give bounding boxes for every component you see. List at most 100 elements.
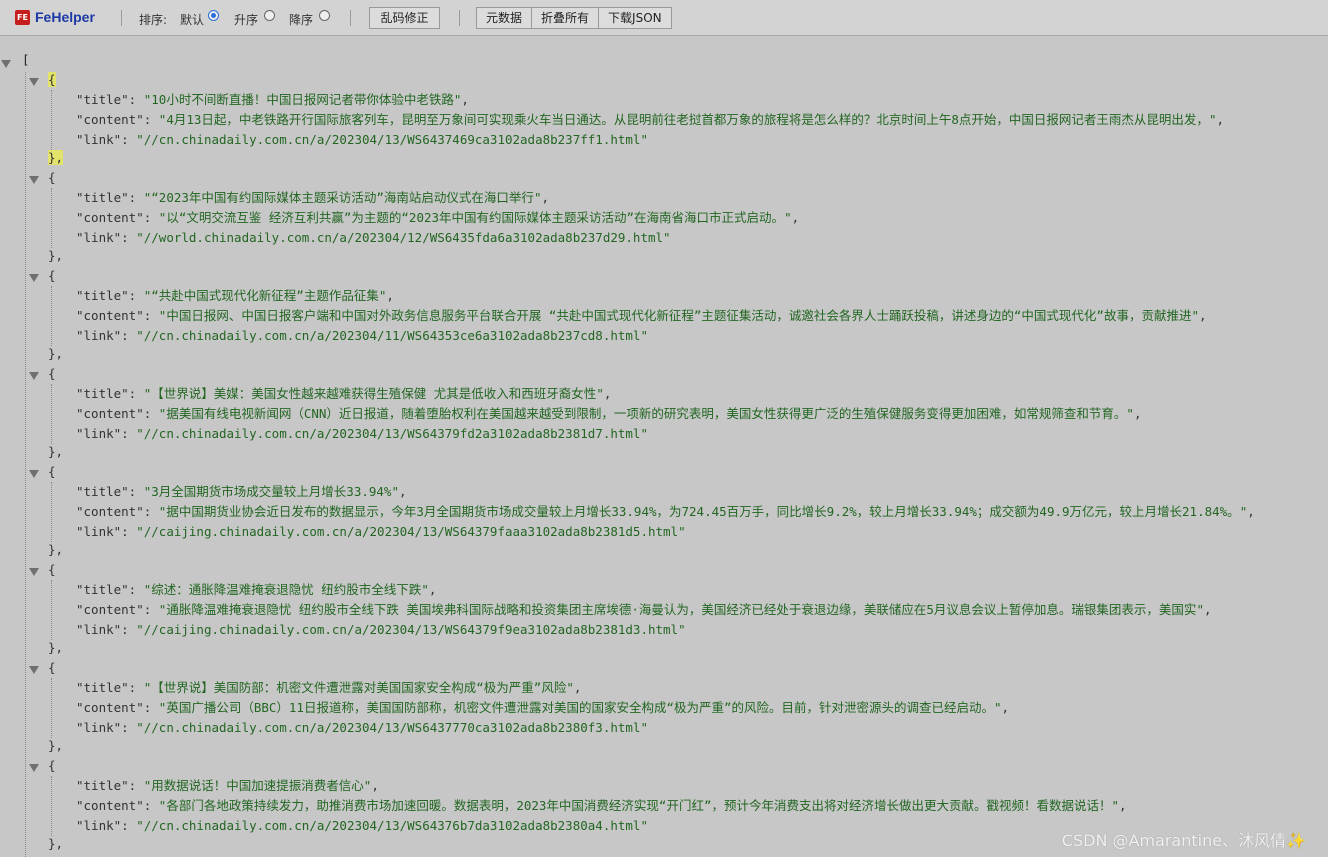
encoding-fix-button[interactable]: 乱码修正	[369, 7, 440, 29]
json-content-value: 4月13日起，中老铁路开行国际旅客列车，昆明至万象间可实现乘火车当日通达。从昆明…	[166, 112, 1209, 127]
json-content-row: "content": "英国广播公司（BBC）11日报道称，美国国防部称，机密文…	[76, 700, 1010, 715]
json-link-row: "link": "//caijing.chinadaily.com.cn/a/2…	[76, 524, 686, 539]
sort-label: 排序:	[139, 13, 168, 27]
json-link-row: "link": "//caijing.chinadaily.com.cn/a/2…	[76, 622, 686, 637]
json-title-row: "title": "用数据说话！中国加速提振消费者信心",	[76, 778, 379, 793]
object-guide-line	[51, 678, 52, 738]
json-content-row: "content": "各部门各地政策持续发力，助推消费市场加速回暖。数据表明，…	[76, 798, 1127, 813]
raw-data-button[interactable]: 元数据	[477, 8, 533, 28]
collapse-object-icon[interactable]	[29, 274, 39, 282]
object-guide-line	[51, 90, 52, 150]
object-guide-line	[51, 384, 52, 444]
json-title-value: 【世界说】美国防部：机密文件遭泄露对美国国家安全构成“极为严重”风险	[151, 680, 567, 695]
json-key: "link":	[76, 622, 129, 637]
toolbar-divider	[121, 10, 122, 26]
object-close-brace: },	[48, 444, 64, 459]
json-content-value: 据美国有线电视新闻网（CNN）近日报道，随着堕胎权利在美国越来越受到限制，一项新…	[166, 406, 1127, 421]
json-key: "link":	[76, 818, 129, 833]
download-json-button[interactable]: 下载JSON	[599, 8, 671, 28]
json-title-value: 10小时不间断直播！中国日报网记者带你体验中老铁路	[151, 92, 454, 107]
json-title-value: 综述：通胀降温难掩衰退隐忧 纽约股市全线下跌	[151, 582, 422, 597]
object-guide-line	[51, 776, 52, 836]
object-close-brace: },	[48, 836, 64, 851]
json-key: "title":	[76, 582, 137, 597]
object-guide-line	[51, 580, 52, 640]
json-key: "content":	[76, 308, 152, 323]
json-link-row: "link": "//world.chinadaily.com.cn/a/202…	[76, 230, 671, 245]
collapse-all-button[interactable]: 折叠所有	[532, 8, 600, 28]
collapse-object-icon[interactable]	[29, 372, 39, 380]
json-key: "title":	[76, 190, 137, 205]
object-close-brace: },	[48, 248, 64, 263]
fehelper-logo-icon: FE	[15, 10, 30, 25]
object-open-brace: {	[48, 268, 56, 283]
json-title-row: "title": "【世界说】美国防部：机密文件遭泄露对美国国家安全构成“极为严…	[76, 680, 582, 695]
json-link-row: "link": "//cn.chinadaily.com.cn/a/202304…	[76, 426, 648, 441]
collapse-object-icon[interactable]	[29, 470, 39, 478]
object-close-brace: },	[48, 640, 64, 655]
sort-desc-label: 降序	[289, 13, 314, 27]
collapse-object-icon[interactable]	[29, 666, 39, 674]
sort-default-radio[interactable]	[208, 10, 219, 21]
json-key: "title":	[76, 680, 137, 695]
json-title-value: “2023年中国有约国际媒体主题采访活动”海南站启动仪式在海口举行	[151, 190, 534, 205]
json-title-row: "title": "10小时不间断直播！中国日报网记者带你体验中老铁路",	[76, 92, 469, 107]
object-close-brace: },	[48, 346, 64, 361]
sort-default-label: 默认	[180, 13, 205, 27]
view-button-group: 元数据 折叠所有 下载JSON	[476, 7, 672, 29]
json-link-value: //cn.chinadaily.com.cn/a/202304/13/WS643…	[143, 426, 641, 441]
object-open-brace: {	[48, 562, 56, 577]
json-title-row: "title": "“共赴中国式现代化新征程”主题作品征集",	[76, 288, 394, 303]
json-link-value: //cn.chinadaily.com.cn/a/202304/13/WS643…	[143, 720, 641, 735]
json-key: "title":	[76, 778, 137, 793]
json-key: "link":	[76, 328, 129, 343]
collapse-object-icon[interactable]	[29, 764, 39, 772]
json-content-value: 各部门各地政策持续发力，助推消费市场加速回暖。数据表明，2023年中国消费经济实…	[166, 798, 1112, 813]
json-key: "title":	[76, 92, 137, 107]
array-guide-line	[25, 72, 26, 857]
sort-desc-radio[interactable]	[319, 10, 330, 21]
collapse-object-icon[interactable]	[29, 78, 39, 86]
json-key: "link":	[76, 426, 129, 441]
json-key: "content":	[76, 210, 152, 225]
sort-asc-radio[interactable]	[264, 10, 275, 21]
json-key: "content":	[76, 406, 152, 421]
json-content-row: "content": "据中国期货业协会近日发布的数据显示，今年3月全国期货市场…	[76, 504, 1255, 519]
object-open-brace: {	[48, 72, 56, 87]
json-title-value: 3月全国期货市场成交量较上月增长33.94%	[151, 484, 392, 499]
toolbar-divider	[350, 10, 351, 26]
json-key: "content":	[76, 602, 152, 617]
json-link-row: "link": "//cn.chinadaily.com.cn/a/202304…	[76, 132, 648, 147]
json-content-row: "content": "4月13日起，中老铁路开行国际旅客列车，昆明至万象间可实…	[76, 112, 1224, 127]
json-key: "link":	[76, 720, 129, 735]
collapse-array-icon[interactable]	[1, 60, 11, 68]
json-key: "title":	[76, 484, 137, 499]
object-open-brace: {	[48, 366, 56, 381]
fehelper-toolbar: FE FeHelper 排序: 默认 升序 降序 乱码修正 元数据 折叠所有 下…	[0, 0, 1328, 36]
object-open-brace: {	[48, 758, 56, 773]
json-key: "content":	[76, 112, 152, 127]
json-key: "title":	[76, 288, 137, 303]
json-title-row: "title": "综述：通胀降温难掩衰退隐忧 纽约股市全线下跌",	[76, 582, 437, 597]
json-title-row: "title": "3月全国期货市场成交量较上月增长33.94%",	[76, 484, 407, 499]
json-link-value: //cn.chinadaily.com.cn/a/202304/13/WS643…	[143, 132, 641, 147]
app-brand[interactable]: FeHelper	[35, 9, 95, 25]
json-content-row: "content": "据美国有线电视新闻网（CNN）近日报道，随着堕胎权利在美…	[76, 406, 1142, 421]
json-title-value: 用数据说话！中国加速提振消费者信心	[151, 778, 364, 793]
object-open-brace: {	[48, 170, 56, 185]
toolbar-divider	[459, 10, 460, 26]
object-guide-line	[51, 482, 52, 542]
json-viewer: [ {"title": "10小时不间断直播！中国日报网记者带你体验中老铁路",…	[0, 36, 1328, 857]
json-title-row: "title": "【世界说】美媒：美国女性越来越难获得生殖保健 尤其是低收入和…	[76, 386, 612, 401]
json-title-value: 【世界说】美媒：美国女性越来越难获得生殖保健 尤其是低收入和西班牙裔女性	[151, 386, 597, 401]
collapse-object-icon[interactable]	[29, 568, 39, 576]
json-link-value: //cn.chinadaily.com.cn/a/202304/13/WS643…	[143, 818, 641, 833]
object-close-brace: },	[48, 542, 64, 557]
json-key: "content":	[76, 700, 152, 715]
json-content-value: 中国日报网、中国日报客户端和中国对外政务信息服务平台联合开展 “共赴中国式现代化…	[166, 308, 1192, 323]
object-close-brace: },	[48, 738, 64, 753]
json-content-value: 英国广播公司（BBC）11日报道称，美国国防部称，机密文件遭泄露对美国的国家安全…	[166, 700, 995, 715]
object-open-brace: {	[48, 660, 56, 675]
json-title-row: "title": "“2023年中国有约国际媒体主题采访活动”海南站启动仪式在海…	[76, 190, 549, 205]
collapse-object-icon[interactable]	[29, 176, 39, 184]
